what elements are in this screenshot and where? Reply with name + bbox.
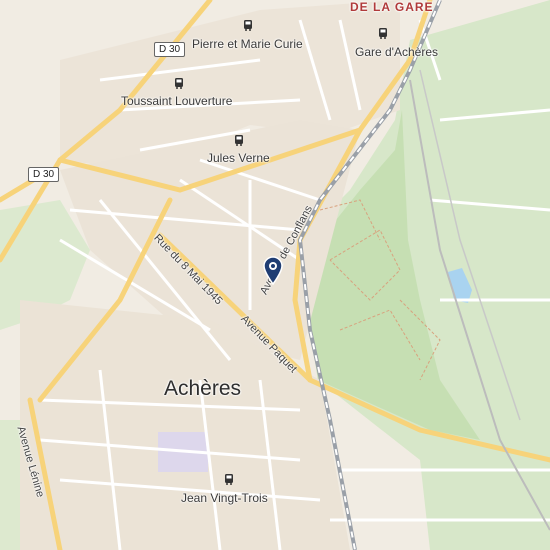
district-label: DE LA GARE — [350, 0, 434, 14]
stop-label[interactable]: Gare d'Achères — [355, 45, 438, 59]
town-label: Achères — [164, 377, 242, 400]
bus-icon[interactable] — [241, 18, 255, 32]
stop-label[interactable]: Toussaint Louverture — [121, 94, 232, 108]
bus-icon[interactable] — [376, 26, 390, 40]
road-shield: D 30 — [28, 167, 60, 182]
bus-icon[interactable] — [222, 472, 236, 486]
bus-icon[interactable] — [172, 76, 186, 90]
stop-label[interactable]: Pierre et Marie Curie — [192, 37, 303, 51]
road-shield: D 30 — [154, 42, 186, 57]
location-pin-icon[interactable] — [262, 255, 284, 285]
stop-label[interactable]: Jean Vingt-Trois — [181, 491, 268, 505]
bus-icon[interactable] — [232, 133, 246, 147]
stop-label[interactable]: Jules Verne — [207, 151, 270, 165]
map-canvas[interactable]: DE LA GARE D 30 D 30 Pierre et Marie Cur… — [0, 0, 550, 550]
